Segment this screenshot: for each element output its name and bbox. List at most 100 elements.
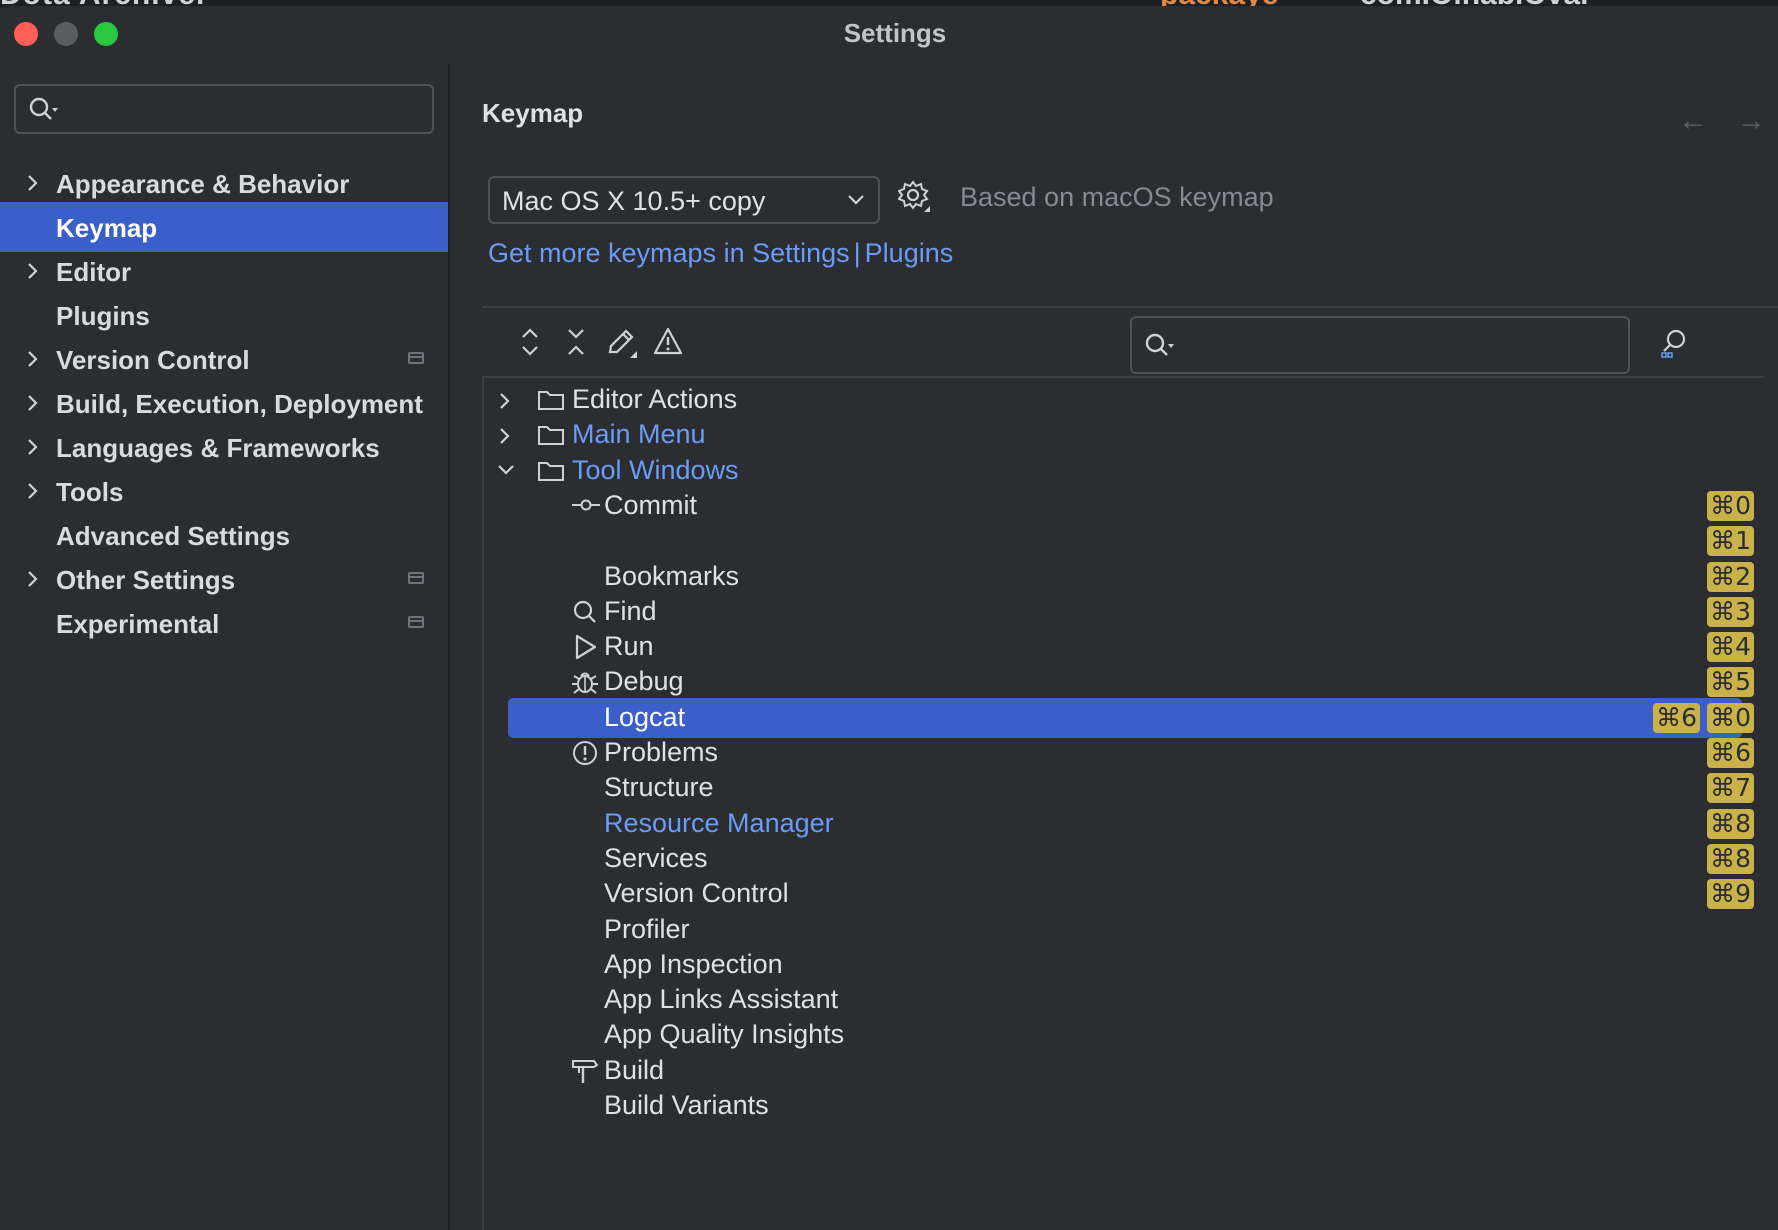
history-navigation: ← →	[1678, 104, 1778, 144]
tree-action-row[interactable]: Profiler	[484, 910, 1764, 950]
sidebar-item-advanced-settings[interactable]: Advanced Settings	[0, 510, 448, 560]
chevron-right-icon[interactable]	[24, 349, 40, 374]
shortcut-badge: ⌘2	[1707, 562, 1754, 592]
tree-item-label: Bookmarks	[604, 561, 740, 591]
project-level-icon	[408, 352, 424, 364]
tree-item-label: Find	[604, 596, 657, 626]
folder-icon	[536, 458, 566, 489]
plugins-link[interactable]: Plugins	[865, 238, 954, 268]
sidebar-item-experimental[interactable]: Experimental	[0, 598, 448, 648]
settings-search-input[interactable]	[14, 84, 434, 134]
sidebar-item-label: Languages & Frameworks	[56, 433, 380, 463]
sidebar-item-tools[interactable]: Tools	[0, 466, 448, 516]
search-icon	[28, 96, 62, 127]
tree-action-row[interactable]: Build Variants	[484, 1086, 1764, 1126]
tree-action-row[interactable]: Services ⌘8	[484, 839, 1764, 879]
shortcut-search-input[interactable]	[1130, 316, 1630, 374]
based-on-label: Based on macOS keymap	[960, 182, 1274, 212]
shortcut-badge: ⌘6	[1707, 738, 1754, 768]
sidebar-item-keymap[interactable]: Keymap	[0, 202, 448, 252]
sidebar-item-editor[interactable]: Editor	[0, 246, 448, 296]
tree-action-row[interactable]: Run ⌘4	[484, 627, 1764, 667]
chevron-right-icon[interactable]	[24, 261, 40, 286]
folder-icon	[536, 422, 566, 453]
forward-arrow-icon[interactable]: →	[1736, 104, 1766, 138]
tree-action-row[interactable]: Resource Manager ⌘8	[484, 804, 1764, 844]
shortcut-badge: ⌘0	[1707, 703, 1754, 733]
chevron-right-icon[interactable]	[24, 437, 40, 462]
sidebar-item-build-execution-deployment[interactable]: Build, Execution, Deployment	[0, 378, 448, 428]
collapse-all-button[interactable]	[556, 322, 596, 366]
shortcut-badge: ⌘6	[1653, 703, 1700, 733]
tree-action-row[interactable]: ⌘1	[484, 521, 1764, 561]
tree-action-row[interactable]: Structure ⌘7	[484, 768, 1764, 808]
keymap-panel: Keymap ← → Mac OS X 10.5+ copy Based on …	[450, 64, 1778, 1230]
sidebar-item-languages-frameworks[interactable]: Languages & Frameworks	[0, 422, 448, 472]
tree-action-row[interactable]: Build	[484, 1051, 1764, 1091]
tree-group-row[interactable]: Tool Windows	[484, 451, 1764, 491]
tree-action-row[interactable]: Version Control ⌘9	[484, 874, 1764, 914]
chevron-right-icon[interactable]	[24, 393, 40, 418]
shortcut-badge: ⌘8	[1707, 809, 1754, 839]
find-by-shortcut-button[interactable]	[1658, 326, 1692, 365]
tree-action-row[interactable]: Commit ⌘0	[484, 486, 1764, 526]
tree-item-label: Debug	[604, 666, 684, 696]
divider	[482, 306, 1778, 308]
tree-item-label: Build	[604, 1055, 665, 1085]
edit-shortcut-button[interactable]	[602, 322, 642, 366]
settings-sidebar: Appearance & Behavior Keymap Editor Plugins…	[0, 64, 450, 1230]
gear-icon	[897, 180, 932, 218]
tree-action-row[interactable]: Find ⌘3	[484, 592, 1764, 632]
keymap-options-button[interactable]	[897, 180, 932, 219]
chevron-right-icon[interactable]	[496, 426, 512, 451]
tree-action-row[interactable]: App Inspection	[484, 945, 1764, 985]
tree-item-label: Version Control	[604, 878, 789, 908]
chevron-right-icon[interactable]	[24, 569, 40, 594]
sidebar-item-label: Build, Execution, Deployment	[56, 389, 423, 419]
sidebar-item-appearance-behavior[interactable]: Appearance & Behavior	[0, 158, 448, 208]
search-icon	[1144, 332, 1178, 363]
keymap-links: Get more keymaps in Settings | Plugins	[488, 238, 953, 269]
tree-item-label: Logcat	[604, 702, 686, 732]
tree-item-label: Profiler	[604, 914, 690, 944]
conflicts-warning-icon	[648, 327, 688, 366]
window-title: Settings	[843, 18, 947, 48]
keymap-select[interactable]: Mac OS X 10.5+ copy	[488, 176, 880, 224]
sidebar-item-label: Plugins	[56, 301, 150, 331]
sidebar-item-label: Advanced Settings	[56, 521, 291, 551]
tree-action-row[interactable]: App Links Assistant	[484, 980, 1764, 1020]
tree-action-row[interactable]: Bookmarks ⌘2	[484, 557, 1764, 597]
tree-group-row[interactable]: Editor Actions	[484, 380, 1764, 420]
sidebar-item-other-settings[interactable]: Other Settings	[0, 554, 448, 604]
tree-item-label: Tool Windows	[572, 455, 739, 485]
tree-item-label: Services	[604, 843, 708, 873]
sidebar-item-label: Keymap	[56, 213, 158, 243]
chevron-down-icon	[846, 192, 866, 211]
tree-item-label: Resource Manager	[604, 808, 834, 838]
show-conflicts-button[interactable]	[648, 322, 688, 366]
get-more-keymaps-link[interactable]: Get more keymaps in Settings	[488, 238, 850, 268]
project-level-icon	[408, 616, 424, 628]
sidebar-item-plugins[interactable]: Plugins	[0, 290, 448, 340]
chevron-right-icon[interactable]	[496, 391, 512, 416]
back-arrow-icon[interactable]: ←	[1678, 104, 1708, 138]
shortcut-badge: ⌘3	[1707, 597, 1754, 627]
tree-action-row[interactable]: Problems ⌘6	[484, 733, 1764, 773]
chevron-right-icon[interactable]	[24, 173, 40, 198]
tree-item-label: Main Menu	[572, 419, 706, 449]
find-shortcut-icon	[1658, 329, 1692, 364]
commit-icon	[570, 492, 602, 523]
tree-action-row[interactable]: Debug ⌘5	[484, 662, 1764, 702]
tree-action-row[interactable]: Logcat ⌘6 ⌘0	[484, 698, 1764, 738]
shortcut-badge: ⌘7	[1707, 773, 1754, 803]
collapse-all-icon	[556, 329, 596, 366]
tree-group-row[interactable]: Main Menu	[484, 415, 1764, 455]
keymap-actions-tree: Editor Actions Main Menu Tool Windows Commi…	[482, 376, 1764, 1230]
expand-all-button[interactable]	[510, 322, 550, 366]
edit-shortcut-icon	[602, 329, 642, 366]
tree-item-label: Problems	[604, 737, 719, 767]
sidebar-item-version-control[interactable]: Version Control	[0, 334, 448, 384]
tree-action-row[interactable]: App Quality Insights	[484, 1015, 1764, 1055]
chevron-right-icon[interactable]	[24, 481, 40, 506]
chevron-down-icon[interactable]	[496, 462, 516, 483]
